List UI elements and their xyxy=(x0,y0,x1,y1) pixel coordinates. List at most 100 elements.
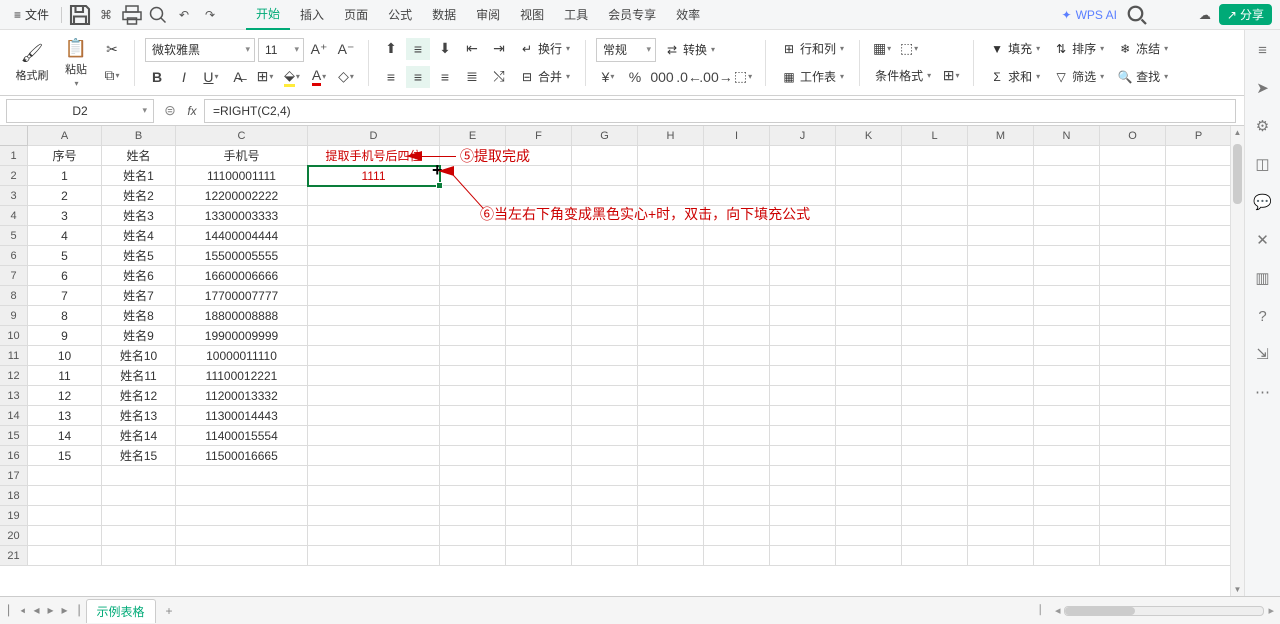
cell-empty[interactable] xyxy=(572,366,638,386)
cell-empty[interactable] xyxy=(770,146,836,166)
cell-empty[interactable] xyxy=(902,366,968,386)
cell-empty[interactable] xyxy=(704,466,770,486)
cell-B6[interactable]: 姓名5 xyxy=(102,246,176,266)
cell-D14[interactable] xyxy=(308,406,440,426)
cell-empty[interactable] xyxy=(836,446,902,466)
cell-D13[interactable] xyxy=(308,386,440,406)
cell-empty[interactable] xyxy=(1166,166,1232,186)
align-center-button[interactable]: ≡ xyxy=(406,66,430,88)
cell-empty[interactable] xyxy=(1166,186,1232,206)
row-header-3[interactable]: 3 xyxy=(0,186,28,206)
paste-button[interactable]: 📋 粘贴▾ xyxy=(56,36,96,90)
wrap-text-button[interactable]: ↵换行▾ xyxy=(514,37,575,61)
fill-color-button[interactable]: ⬙▾ xyxy=(280,66,304,88)
cell-C11[interactable]: 10000011110 xyxy=(176,346,308,366)
cell-empty[interactable] xyxy=(836,366,902,386)
align-left-button[interactable]: ≡ xyxy=(379,66,403,88)
cell-empty[interactable] xyxy=(638,506,704,526)
cell-empty[interactable] xyxy=(836,306,902,326)
row-header-17[interactable]: 17 xyxy=(0,466,28,486)
settings-icon[interactable]: ⚙ xyxy=(1253,116,1273,136)
cell-empty[interactable] xyxy=(506,426,572,446)
cell-empty[interactable] xyxy=(1034,426,1100,446)
cell-empty[interactable] xyxy=(1166,306,1232,326)
font-color-button[interactable]: A▾ xyxy=(307,66,331,88)
col-header-D[interactable]: D xyxy=(308,126,440,146)
cell-empty[interactable] xyxy=(1034,306,1100,326)
font-family-select[interactable]: 微软雅黑 xyxy=(145,38,255,62)
cell-empty[interactable] xyxy=(440,206,506,226)
cell-empty[interactable] xyxy=(572,486,638,506)
cell-empty[interactable] xyxy=(1034,526,1100,546)
menu-tab-7[interactable]: 工具 xyxy=(554,0,598,30)
cell-empty[interactable] xyxy=(836,386,902,406)
cell-empty[interactable] xyxy=(572,226,638,246)
cell-empty[interactable] xyxy=(902,146,968,166)
cell-B14[interactable]: 姓名13 xyxy=(102,406,176,426)
cell-empty[interactable] xyxy=(506,246,572,266)
cell-D4[interactable] xyxy=(308,206,440,226)
cut-button[interactable]: ✂ xyxy=(100,39,124,61)
cell-empty[interactable] xyxy=(308,546,440,566)
redo-icon[interactable]: ↷ xyxy=(198,3,222,27)
cell-empty[interactable] xyxy=(440,386,506,406)
cell-empty[interactable] xyxy=(1166,466,1232,486)
save-icon[interactable] xyxy=(68,3,92,27)
type-convert-button[interactable]: ⬚▾ xyxy=(731,66,755,88)
cell-empty[interactable] xyxy=(572,406,638,426)
menu-tab-4[interactable]: 数据 xyxy=(422,0,466,30)
cell-empty[interactable] xyxy=(1100,446,1166,466)
scroll-left-icon[interactable]: ◂ xyxy=(1055,604,1061,617)
cell-empty[interactable] xyxy=(572,286,638,306)
cell-empty[interactable] xyxy=(1100,326,1166,346)
cell-empty[interactable] xyxy=(968,486,1034,506)
cell-empty[interactable] xyxy=(968,526,1034,546)
cell-empty[interactable] xyxy=(770,266,836,286)
preview-icon[interactable] xyxy=(146,3,170,27)
col-header-L[interactable]: L xyxy=(902,126,968,146)
cell-empty[interactable] xyxy=(836,206,902,226)
cell-empty[interactable] xyxy=(1034,246,1100,266)
cell-empty[interactable] xyxy=(506,446,572,466)
cell-empty[interactable] xyxy=(902,166,968,186)
cell-empty[interactable] xyxy=(1100,506,1166,526)
format-painter-button[interactable]: 🖌 格式刷 xyxy=(12,36,52,90)
cell-empty[interactable] xyxy=(770,366,836,386)
cell-empty[interactable] xyxy=(1034,266,1100,286)
cell-empty[interactable] xyxy=(1100,226,1166,246)
find-button[interactable]: 🔍查找▾ xyxy=(1112,65,1173,89)
cell-empty[interactable] xyxy=(308,466,440,486)
cell-empty[interactable] xyxy=(1166,146,1232,166)
cell-empty[interactable] xyxy=(638,326,704,346)
cell-empty[interactable] xyxy=(902,186,968,206)
cell-empty[interactable] xyxy=(836,226,902,246)
cell-empty[interactable] xyxy=(506,286,572,306)
sort-button[interactable]: ⇅排序▾ xyxy=(1048,37,1109,61)
cell-empty[interactable] xyxy=(440,266,506,286)
row-header-7[interactable]: 7 xyxy=(0,266,28,286)
cell-empty[interactable] xyxy=(572,346,638,366)
cell-empty[interactable] xyxy=(902,426,968,446)
cell-B3[interactable]: 姓名2 xyxy=(102,186,176,206)
col-header-E[interactable]: E xyxy=(440,126,506,146)
more-icon[interactable]: ⋯ xyxy=(1253,382,1273,402)
cell-empty[interactable] xyxy=(1166,526,1232,546)
cell-A3[interactable]: 2 xyxy=(28,186,102,206)
cell-empty[interactable] xyxy=(638,546,704,566)
cell-empty[interactable] xyxy=(836,146,902,166)
merge-cells-button[interactable]: ⊟合并▾ xyxy=(514,65,575,89)
fx-search-icon[interactable]: ⊜ xyxy=(160,102,180,119)
cell-D16[interactable] xyxy=(308,446,440,466)
cell-empty[interactable] xyxy=(836,266,902,286)
row-header-13[interactable]: 13 xyxy=(0,386,28,406)
cell-empty[interactable] xyxy=(572,166,638,186)
cell-empty[interactable] xyxy=(638,486,704,506)
bold-button[interactable]: B xyxy=(145,66,169,88)
col-header-A[interactable]: A xyxy=(28,126,102,146)
cell-empty[interactable] xyxy=(770,506,836,526)
cell-empty[interactable] xyxy=(836,506,902,526)
menu-tab-3[interactable]: 公式 xyxy=(378,0,422,30)
cell-empty[interactable] xyxy=(704,146,770,166)
align-middle-button[interactable]: ≡ xyxy=(406,38,430,60)
cell-C16[interactable]: 11500016665 xyxy=(176,446,308,466)
